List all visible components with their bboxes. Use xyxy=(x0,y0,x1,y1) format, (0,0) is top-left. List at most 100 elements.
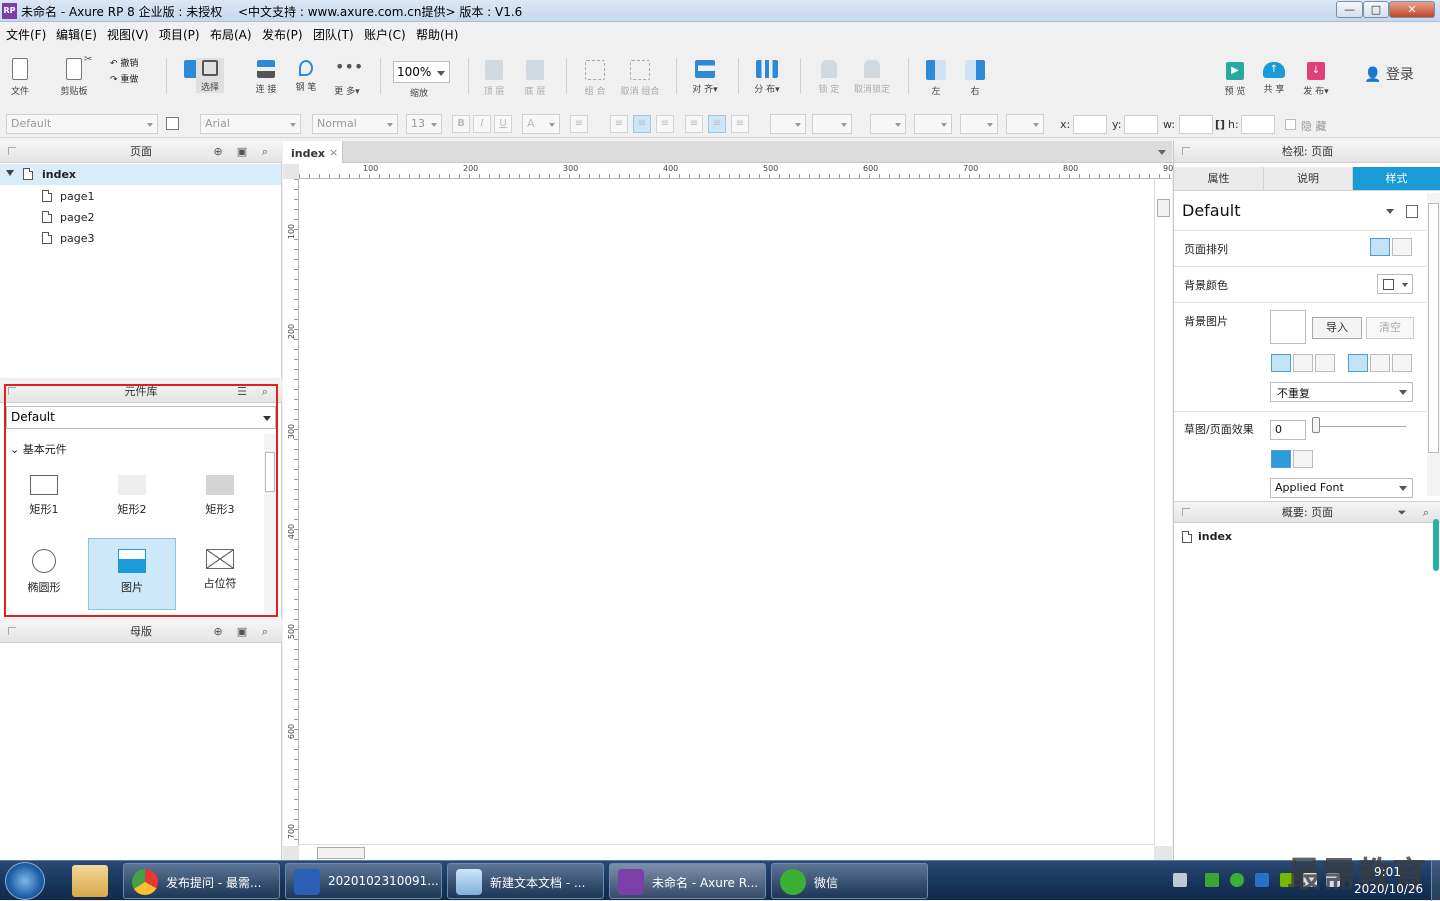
cut-icon[interactable]: ✂ xyxy=(84,54,92,65)
group-button[interactable]: 组 合 xyxy=(582,60,608,97)
font-select[interactable]: Arial xyxy=(200,114,301,134)
color-mode-icon[interactable] xyxy=(1271,450,1291,468)
library-select[interactable]: Default xyxy=(6,406,276,429)
right-panel-toggle[interactable]: 右 xyxy=(963,60,987,97)
add-folder-icon[interactable]: ▣ xyxy=(236,626,248,638)
valign-top-icon[interactable]: ≡ xyxy=(685,115,703,133)
style-name[interactable]: Default xyxy=(1182,201,1240,220)
import-button[interactable]: 导入 xyxy=(1312,317,1362,339)
line-width-select[interactable] xyxy=(914,114,952,134)
bg-valign-middle-icon[interactable] xyxy=(1370,354,1390,372)
outline-scroll-indicator[interactable] xyxy=(1433,519,1439,571)
h-input[interactable] xyxy=(1241,115,1275,134)
scroll-thumb[interactable] xyxy=(1428,203,1439,453)
search-icon[interactable]: ⌕ xyxy=(259,626,271,638)
redo-button[interactable]: ↷ 重做 xyxy=(110,72,138,85)
widget-rect2[interactable]: 矩形2 xyxy=(88,465,176,537)
keyboard-icon[interactable] xyxy=(1173,873,1187,887)
wechat-tray-icon[interactable] xyxy=(1230,873,1244,887)
chevron-down-icon[interactable] xyxy=(1158,150,1166,155)
more-button[interactable]: ••• 更 多▾ xyxy=(332,58,363,98)
align-right-icon[interactable]: ≡ xyxy=(656,115,674,133)
align-left-icon[interactable]: ≡ xyxy=(610,115,628,133)
bg-align-left-icon[interactable] xyxy=(1271,354,1291,372)
font-color-select[interactable]: A xyxy=(522,114,560,134)
grayscale-mode-icon[interactable] xyxy=(1293,450,1313,468)
bold-button[interactable]: B xyxy=(452,115,470,133)
scroll-thumb[interactable] xyxy=(1157,199,1170,217)
menu-edit[interactable]: 编辑(E) xyxy=(56,26,97,43)
distribute-button[interactable]: 分 布▾ xyxy=(752,60,782,95)
bg-valign-bottom-icon[interactable] xyxy=(1392,354,1412,372)
bg-color-picker[interactable] xyxy=(1377,274,1413,294)
search-icon[interactable]: ⌕ xyxy=(259,146,271,158)
top-layer-button[interactable]: 顶 层 xyxy=(481,60,507,97)
add-page-icon[interactable]: ⊕ xyxy=(212,146,224,158)
arrow-style-select[interactable] xyxy=(1006,114,1044,134)
publish-button[interactable]: ↓ 发 布▾ xyxy=(1300,62,1332,97)
design-canvas[interactable] xyxy=(299,179,1154,846)
file-button[interactable]: 文件 xyxy=(6,58,34,97)
align-center-icon[interactable]: ≡ xyxy=(633,115,651,133)
style-edit-icon[interactable] xyxy=(1406,205,1418,218)
taskbar-item-axure[interactable]: 未命名 - Axure R... xyxy=(609,863,766,899)
widget-rect3[interactable]: 矩形3 xyxy=(176,465,264,537)
weight-select[interactable]: Normal xyxy=(312,114,398,134)
tab-style[interactable]: 样式 xyxy=(1353,167,1440,191)
inspector-scrollbar[interactable] xyxy=(1427,193,1440,496)
sketch-input[interactable]: 0 xyxy=(1270,420,1306,440)
repeat-select[interactable]: 不重复 xyxy=(1270,382,1413,402)
filter-icon[interactable]: ⏷ xyxy=(1396,507,1408,519)
italic-button[interactable]: I xyxy=(473,115,491,133)
share-button[interactable]: ↑ 共 享 xyxy=(1261,62,1287,95)
widget-image[interactable]: 图片 xyxy=(88,538,176,610)
undo-button[interactable]: ↶ 撤销 xyxy=(110,56,138,69)
tray-app-icon[interactable] xyxy=(1205,873,1219,887)
close-tab-icon[interactable]: × xyxy=(329,146,338,159)
taskbar-item-word[interactable]: 2020102310091... xyxy=(285,863,442,899)
bg-align-center-icon[interactable] xyxy=(1293,354,1313,372)
widget-rect1[interactable]: 矩形1 xyxy=(0,465,88,537)
line-style-select[interactable] xyxy=(960,114,998,134)
search-icon[interactable]: ⌕ xyxy=(259,386,271,398)
zoom-select[interactable]: 100% xyxy=(393,61,450,83)
category-basic[interactable]: ⌄ 基本元件 xyxy=(10,441,67,457)
shield-icon[interactable] xyxy=(1255,873,1269,887)
menu-icon[interactable]: ☰ xyxy=(236,386,248,398)
left-panel-toggle[interactable]: 左 xyxy=(924,60,948,97)
bottom-layer-button[interactable]: 底 层 xyxy=(522,60,548,97)
pin-icon[interactable] xyxy=(8,387,16,395)
widget-placeholder[interactable]: 占位符 xyxy=(176,539,264,611)
slider-handle[interactable] xyxy=(1312,417,1320,433)
lock-button[interactable]: 锁 定 xyxy=(816,60,842,95)
select-tool[interactable]: 选择 xyxy=(196,58,224,93)
y-input[interactable] xyxy=(1124,115,1158,134)
valign-bottom-icon[interactable]: ≡ xyxy=(731,115,749,133)
valign-middle-icon[interactable]: ≡ xyxy=(708,115,726,133)
clear-button[interactable]: 清空 xyxy=(1366,317,1414,339)
taskbar-item-wechat[interactable]: 微信 xyxy=(771,863,928,899)
menu-layout[interactable]: 布局(A) xyxy=(210,26,252,43)
bg-align-right-icon[interactable] xyxy=(1315,354,1335,372)
canvas-vertical-scrollbar[interactable] xyxy=(1154,179,1172,846)
pin-icon[interactable] xyxy=(1182,508,1190,516)
x-input[interactable] xyxy=(1073,115,1107,134)
canvas-horizontal-scrollbar[interactable] xyxy=(299,844,1154,860)
ungroup-button[interactable]: 取消 组合 xyxy=(619,60,661,97)
bg-image-preview[interactable] xyxy=(1270,310,1306,344)
menu-help[interactable]: 帮助(H) xyxy=(416,26,458,43)
add-folder-icon[interactable]: ▣ xyxy=(236,146,248,158)
unlock-button[interactable]: 取消锁定 xyxy=(853,60,891,95)
style-select[interactable]: Default xyxy=(6,114,158,134)
fill-color-select[interactable] xyxy=(770,114,806,134)
file-explorer-icon[interactable] xyxy=(72,865,108,897)
menu-file[interactable]: 文件(F) xyxy=(6,26,46,43)
font-family-select[interactable]: Applied Font xyxy=(1270,478,1413,498)
connect-tool[interactable]: 连 接 xyxy=(253,60,279,95)
pin-icon[interactable] xyxy=(8,147,16,155)
page-item-page3[interactable]: page3 xyxy=(0,228,281,249)
page-item-page1[interactable]: page1 xyxy=(0,186,281,207)
align-page-left-icon[interactable] xyxy=(1370,238,1390,256)
outline-item-index[interactable]: index xyxy=(1198,530,1232,543)
menu-project[interactable]: 项目(P) xyxy=(159,26,200,43)
